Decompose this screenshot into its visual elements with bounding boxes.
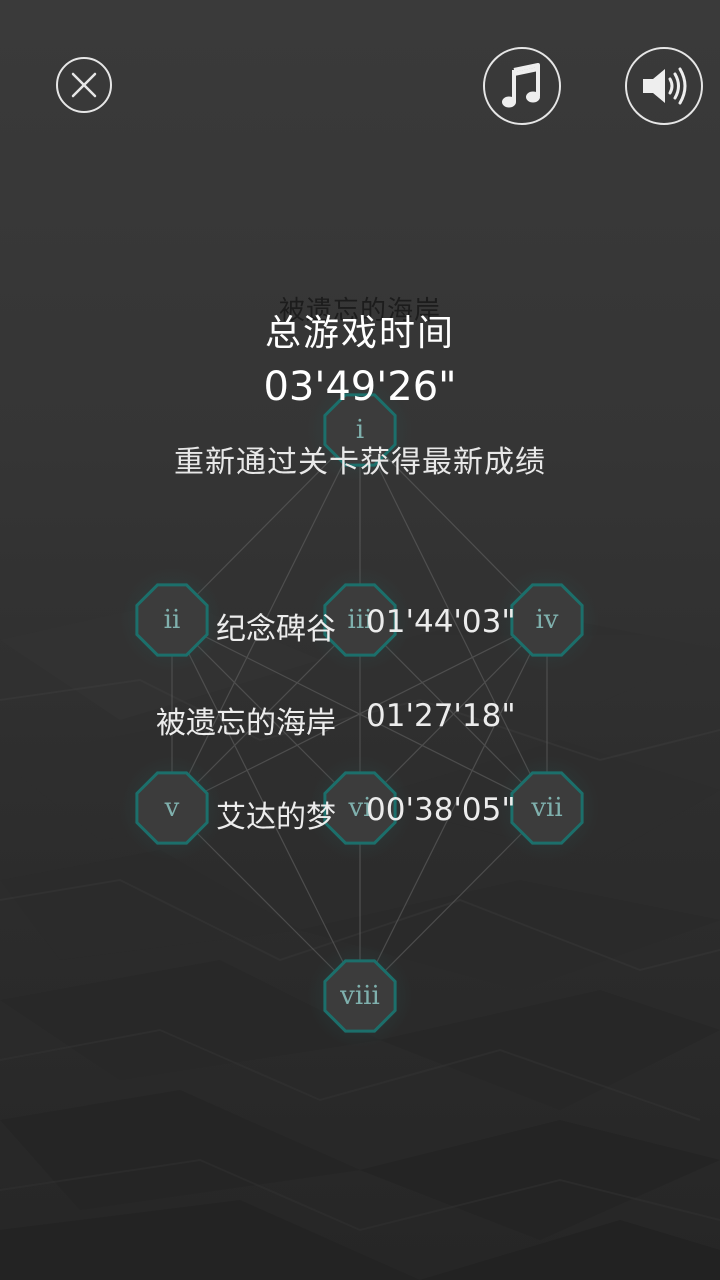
chapter-name: 纪念碑谷 (216, 612, 336, 647)
close-icon (71, 72, 97, 98)
music-note-icon (502, 63, 540, 108)
score-row: 艾达的梦 00'38'05" (0, 792, 720, 836)
chapter-name: 被遗忘的海岸 (156, 706, 336, 741)
total-time-value: 03'49'26" (263, 364, 457, 410)
close-button[interactable] (56, 57, 112, 113)
chapter-name: 艾达的梦 (216, 800, 336, 835)
chapter-time: 00'38'05" (366, 792, 516, 828)
game-screen: i ii iii iv v vi vii viii 被遗忘的海岸 总游戏时间 03'49'26… (0, 0, 720, 1280)
replay-hint: 重新通过关卡获得最新成绩 (174, 445, 546, 480)
score-row: 被遗忘的海岸 01'27'18" (0, 698, 720, 742)
speaker-volume-icon (643, 67, 687, 105)
level-node-viii[interactable]: viii (308, 944, 412, 1048)
node-label: viii (339, 981, 380, 1011)
music-toggle-button[interactable] (483, 47, 561, 125)
sound-toggle-button[interactable] (625, 47, 703, 125)
chapter-time: 01'44'03" (366, 604, 516, 640)
total-time-label: 总游戏时间 (264, 313, 455, 354)
chapter-time: 01'27'18" (366, 698, 516, 734)
score-row: 纪念碑谷 01'44'03" (0, 604, 720, 648)
